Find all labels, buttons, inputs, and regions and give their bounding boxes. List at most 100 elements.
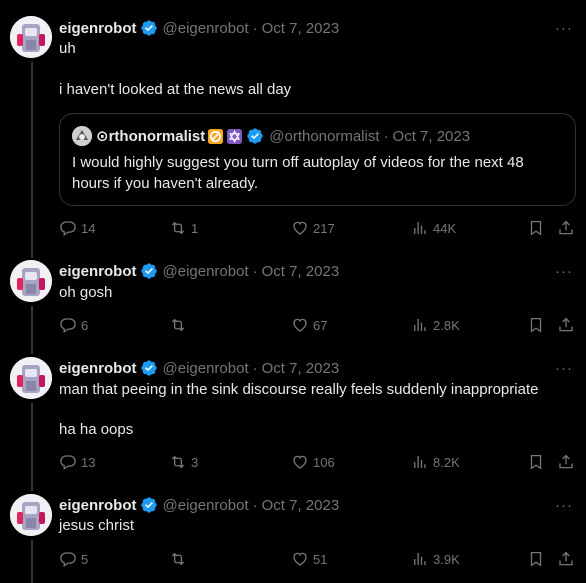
author-handle[interactable]: @eigenrobot xyxy=(163,20,249,37)
bookmark-icon xyxy=(530,551,542,567)
separator-dot: · xyxy=(252,262,258,280)
retweet-button[interactable] xyxy=(169,549,191,569)
bookmark-button[interactable] xyxy=(527,452,545,472)
reply-count: 14 xyxy=(81,220,96,236)
avatar[interactable] xyxy=(10,260,52,302)
like-button[interactable]: 106 xyxy=(291,452,335,472)
no-sign-emoji-icon xyxy=(207,128,224,145)
views-count: 3.9K xyxy=(433,551,460,567)
quoted-tweet-header: ⊙rthonormalist @orthonormalist · Oct 7, … xyxy=(72,126,470,146)
more-options-button[interactable]: ··· xyxy=(554,358,574,378)
retweet-icon xyxy=(171,455,185,469)
timestamp[interactable]: Oct 7, 2023 xyxy=(262,360,340,377)
separator-dot: · xyxy=(252,19,258,37)
views-button[interactable]: 8.2K xyxy=(411,452,460,472)
verified-badge-icon xyxy=(140,19,158,37)
reply-button[interactable]: 5 xyxy=(59,549,88,569)
quoted-author-name: ⊙rthonormalist xyxy=(96,128,206,145)
reply-icon xyxy=(60,455,76,471)
heart-icon xyxy=(293,552,307,566)
timestamp[interactable]: Oct 7, 2023 xyxy=(262,263,340,280)
reply-button[interactable]: 14 xyxy=(59,218,95,238)
share-icon xyxy=(559,454,573,469)
author-handle[interactable]: @eigenrobot xyxy=(163,360,249,377)
bookmark-button[interactable] xyxy=(527,315,545,335)
like-count: 51 xyxy=(313,551,328,567)
views-button[interactable]: 3.9K xyxy=(411,549,460,569)
retweet-button[interactable] xyxy=(169,315,191,335)
timestamp[interactable]: Oct 7, 2023 xyxy=(262,497,340,514)
views-icon xyxy=(414,222,426,234)
reply-icon xyxy=(60,318,76,334)
bookmark-icon xyxy=(530,454,542,470)
more-options-button[interactable]: ··· xyxy=(554,18,574,38)
like-button[interactable]: 217 xyxy=(291,218,335,238)
tweet[interactable]: eigenrobot @eigenrobot · Oct 7, 2023 ···… xyxy=(0,345,586,482)
verified-badge-icon xyxy=(140,359,158,377)
retweet-icon xyxy=(171,318,185,332)
bookmark-button[interactable] xyxy=(527,549,545,569)
bookmark-button[interactable] xyxy=(527,218,545,238)
reply-button[interactable]: 13 xyxy=(59,452,95,472)
quoted-author-handle: @orthonormalist xyxy=(269,127,380,145)
tweet-header: eigenrobot @eigenrobot · Oct 7, 2023 xyxy=(59,261,339,281)
more-options-button[interactable]: ··· xyxy=(554,261,574,281)
tweet-text-line: oh gosh xyxy=(59,284,113,301)
bookmark-icon xyxy=(530,220,542,236)
tweet-text-line: i haven't looked at the news all day xyxy=(59,81,292,98)
like-count: 217 xyxy=(313,220,335,236)
heart-icon xyxy=(293,318,307,332)
retweet-count: 1 xyxy=(191,220,199,236)
author-name[interactable]: eigenrobot xyxy=(59,263,137,280)
tweet-actions: 6 67 2.8K xyxy=(59,315,576,335)
retweet-button[interactable]: 1 xyxy=(169,218,198,238)
bookmark-icon xyxy=(530,317,542,333)
tweet[interactable]: eigenrobot @eigenrobot · Oct 7, 2023 ···… xyxy=(0,248,586,345)
views-icon xyxy=(414,553,426,565)
tweet[interactable]: eigenrobot @eigenrobot · Oct 7, 2023 ···… xyxy=(0,0,586,248)
share-icon xyxy=(559,551,573,566)
heart-icon xyxy=(293,455,307,469)
reply-count: 6 xyxy=(81,317,89,333)
share-icon xyxy=(559,317,573,332)
author-name[interactable]: eigenrobot xyxy=(59,20,137,37)
author-handle[interactable]: @eigenrobot xyxy=(163,263,249,280)
verified-badge-icon xyxy=(140,262,158,280)
retweet-count: 3 xyxy=(191,454,199,470)
tweet-actions: 5 51 3.9K xyxy=(59,549,576,569)
views-button[interactable]: 44K xyxy=(411,218,456,238)
share-button[interactable] xyxy=(557,315,575,335)
share-button[interactable] xyxy=(557,549,575,569)
share-button[interactable] xyxy=(557,452,575,472)
author-name[interactable]: eigenrobot xyxy=(59,497,137,514)
tweet[interactable]: eigenrobot @eigenrobot · Oct 7, 2023 ···… xyxy=(0,482,586,583)
like-count: 106 xyxy=(313,454,335,470)
views-button[interactable]: 2.8K xyxy=(411,315,460,335)
share-icon xyxy=(559,220,573,235)
avatar[interactable] xyxy=(10,494,52,536)
avatar[interactable] xyxy=(10,16,52,58)
reply-icon xyxy=(60,552,76,568)
timestamp[interactable]: Oct 7, 2023 xyxy=(262,20,340,37)
like-button[interactable]: 51 xyxy=(291,549,327,569)
quoted-timestamp: Oct 7, 2023 xyxy=(392,127,471,145)
retweet-icon xyxy=(171,221,185,235)
like-button[interactable]: 67 xyxy=(291,315,327,335)
separator-dot: · xyxy=(252,359,258,377)
avatar[interactable] xyxy=(10,357,52,399)
author-name[interactable]: eigenrobot xyxy=(59,360,137,377)
tweet-actions: 13 3 106 8.2K xyxy=(59,452,576,472)
like-count: 67 xyxy=(313,317,328,333)
tweet-actions: 14 1 217 44K xyxy=(59,218,576,238)
retweet-icon xyxy=(171,552,185,566)
reply-count: 13 xyxy=(81,454,96,470)
tweet-header: eigenrobot @eigenrobot · Oct 7, 2023 xyxy=(59,18,339,38)
views-icon xyxy=(414,319,426,331)
more-options-button[interactable]: ··· xyxy=(554,495,574,515)
retweet-button[interactable]: 3 xyxy=(169,452,198,472)
quoted-tweet[interactable]: ⊙rthonormalist @orthonormalist · Oct 7, … xyxy=(59,113,576,206)
author-handle[interactable]: @eigenrobot xyxy=(163,497,249,514)
share-button[interactable] xyxy=(557,218,575,238)
verified-badge-icon xyxy=(246,127,264,145)
reply-button[interactable]: 6 xyxy=(59,315,88,335)
